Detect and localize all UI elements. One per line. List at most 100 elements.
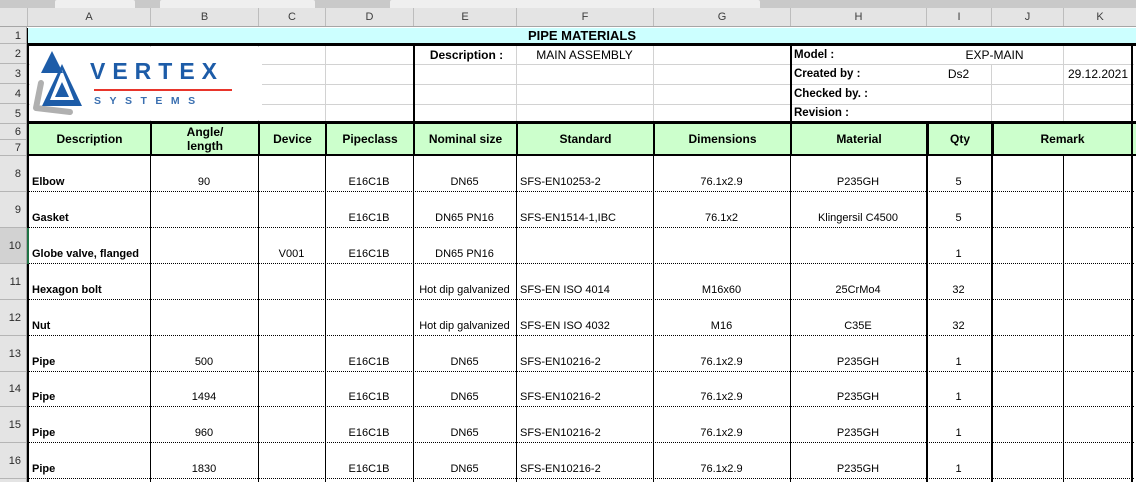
cell-standard[interactable]: SFS-EN ISO 4014 (517, 264, 651, 299)
created-by-value[interactable]: Ds2 (926, 64, 991, 84)
column-header[interactable]: D (325, 8, 413, 26)
model-value[interactable]: EXP-MAIN (926, 46, 1063, 64)
column-header[interactable]: I (926, 8, 991, 26)
column-header[interactable]: A (27, 8, 150, 26)
vertex-logo[interactable]: VERTEX SYSTEMS (30, 47, 262, 120)
sheet-title-cell[interactable]: PIPE MATERIALS (27, 28, 1136, 43)
row-header[interactable]: 3 (0, 64, 26, 84)
cell-standard[interactable]: SFS-EN10216-2 (517, 372, 651, 406)
column-header[interactable]: G (653, 8, 790, 26)
cell-nominal-size[interactable]: Hot dip galvanized (413, 300, 516, 335)
header-material[interactable]: Material (792, 124, 926, 154)
cell-pipeclass[interactable] (325, 264, 413, 299)
row-header[interactable]: 6 (0, 124, 26, 140)
cell-pipeclass[interactable] (325, 300, 413, 335)
header-standard[interactable]: Standard (518, 124, 653, 154)
cell-dimensions[interactable]: M16 (653, 300, 790, 335)
cell-remark[interactable] (1063, 336, 1131, 371)
cell-remark[interactable] (1063, 300, 1131, 335)
header-description[interactable]: Description (29, 124, 150, 154)
cell-standard[interactable]: SFS-EN ISO 4032 (517, 300, 651, 335)
cell-remark[interactable] (991, 156, 1063, 191)
cell-device[interactable] (258, 192, 325, 227)
cell-device[interactable]: V001 (258, 228, 325, 263)
cell-nominal-size[interactable]: DN65 (413, 443, 516, 478)
cell-dimensions[interactable]: 76.1x2.9 (653, 372, 790, 406)
cell-dimensions[interactable]: M16x60 (653, 264, 790, 299)
cell-dimensions[interactable]: 76.1x2.9 (653, 336, 790, 371)
cell-standard[interactable]: SFS-EN10253-2 (517, 156, 651, 191)
cell-pipeclass[interactable]: E16C1B (325, 156, 413, 191)
model-label[interactable]: Model : (790, 46, 926, 64)
cell-material[interactable]: P235GH (790, 372, 926, 406)
row-header[interactable]: 4 (0, 84, 26, 104)
header-nominal-size[interactable]: Nominal size (415, 124, 516, 154)
cell-angle-length[interactable]: 1494 (150, 372, 258, 406)
header-dimensions[interactable]: Dimensions (655, 124, 790, 154)
description-label[interactable]: Description : (413, 46, 516, 64)
row-header[interactable]: 12 (0, 300, 26, 336)
row-header[interactable]: 9 (0, 192, 26, 228)
cell-description[interactable]: Globe valve, flanged (29, 228, 148, 263)
cell-angle-length[interactable] (150, 228, 258, 263)
cell-dimensions[interactable]: 76.1x2 (653, 192, 790, 227)
row-header[interactable]: 15 (0, 407, 26, 443)
cell-device[interactable] (258, 336, 325, 371)
row-header[interactable]: 10 (0, 228, 26, 264)
created-by-label[interactable]: Created by : (790, 64, 926, 84)
header-qty[interactable]: Qty (929, 124, 991, 154)
cell-angle-length[interactable]: 960 (150, 407, 258, 442)
column-header[interactable]: J (991, 8, 1063, 26)
column-header[interactable]: H (790, 8, 926, 26)
checked-by-label[interactable]: Checked by. : (790, 84, 926, 104)
cell-qty[interactable]: 32 (926, 264, 991, 299)
cell-pipeclass[interactable]: E16C1B (325, 443, 413, 478)
cell-pipeclass[interactable]: E16C1B (325, 192, 413, 227)
cell-qty[interactable]: 32 (926, 300, 991, 335)
cell-pipeclass[interactable]: E16C1B (325, 407, 413, 442)
cell-qty[interactable]: 1 (926, 443, 991, 478)
cell-dimensions[interactable] (653, 228, 790, 263)
cell-qty[interactable]: 5 (926, 156, 991, 191)
description-value[interactable]: MAIN ASSEMBLY (516, 46, 653, 64)
row-header[interactable]: 11 (0, 264, 26, 300)
cell-qty[interactable]: 1 (926, 407, 991, 442)
cell-remark[interactable] (991, 407, 1063, 442)
cell-device[interactable] (258, 264, 325, 299)
cell-description[interactable]: Pipe (29, 372, 148, 406)
cell-pipeclass[interactable]: E16C1B (325, 336, 413, 371)
column-header[interactable]: K (1063, 8, 1136, 26)
cell-description[interactable]: Pipe (29, 443, 148, 478)
cell-device[interactable] (258, 443, 325, 478)
cell-remark[interactable] (991, 443, 1063, 478)
cell-remark[interactable] (1063, 228, 1131, 263)
cell-pipeclass[interactable]: E16C1B (325, 228, 413, 263)
cell-description[interactable]: Nut (29, 300, 148, 335)
created-date[interactable]: 29.12.2021 (1063, 64, 1133, 84)
cell-standard[interactable]: SFS-EN10216-2 (517, 443, 651, 478)
row-header[interactable]: 14 (0, 372, 26, 407)
cell-material[interactable]: P235GH (790, 336, 926, 371)
cell-material[interactable]: P235GH (790, 407, 926, 442)
row-header[interactable]: 7 (0, 140, 26, 156)
cell-remark[interactable] (1063, 156, 1131, 191)
cell-material[interactable]: P235GH (790, 443, 926, 478)
cell-material[interactable]: Klingersil C4500 (790, 192, 926, 227)
cell-device[interactable] (258, 156, 325, 191)
cell-standard[interactable]: SFS-EN10216-2 (517, 407, 651, 442)
cell-nominal-size[interactable]: DN65 (413, 156, 516, 191)
cell-angle-length[interactable] (150, 264, 258, 299)
cell-angle-length[interactable] (150, 300, 258, 335)
row-header[interactable]: 5 (0, 104, 26, 124)
cell-remark[interactable] (991, 372, 1063, 406)
cell-remark[interactable] (1063, 443, 1131, 478)
cell-remark[interactable] (991, 264, 1063, 299)
column-header[interactable]: B (150, 8, 258, 26)
cell-material[interactable]: C35E (790, 300, 926, 335)
cell-description[interactable]: Hexagon bolt (29, 264, 148, 299)
cell-nominal-size[interactable]: DN65 (413, 372, 516, 406)
cell-description[interactable]: Pipe (29, 407, 148, 442)
cell-angle-length[interactable]: 90 (150, 156, 258, 191)
column-header[interactable]: F (516, 8, 653, 26)
cell-standard[interactable]: SFS-EN1514-1,IBC (517, 192, 651, 227)
